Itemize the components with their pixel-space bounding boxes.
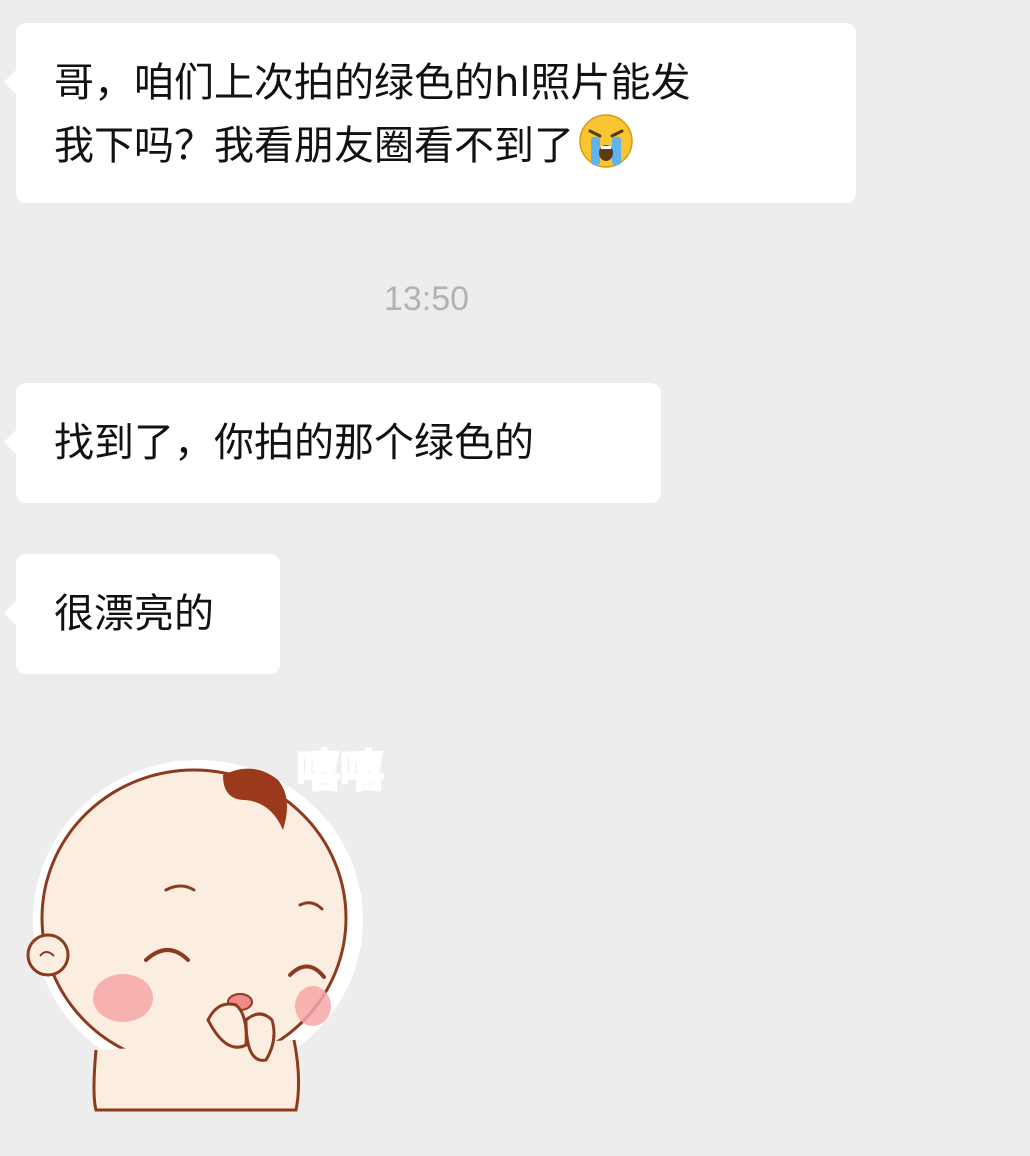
message-text: 找到了，你拍的那个绿色的 <box>54 420 534 466</box>
message-text-line: 我下吗？我看朋友圈看不到了 <box>54 123 574 169</box>
message-bubble[interactable]: 找到了，你拍的那个绿色的 <box>4 383 661 503</box>
sticker-caption: 嘻嘻 <box>295 745 385 798</box>
message-text: 哥，咱们上次拍的绿色的hl照片能发 <box>54 60 691 106</box>
chat-area: 哥，咱们上次拍的绿色的hl照片能发 我下吗？我看朋友圈看不到了 13:50 找到… <box>0 0 1030 1156</box>
message-text: 我下吗？我看朋友圈看不到了 <box>54 113 818 176</box>
message-bubble[interactable]: 很漂亮的 <box>4 554 280 674</box>
timestamp: 13:50 <box>383 280 470 318</box>
crying-face-icon <box>579 114 633 168</box>
message-text: 很漂亮的 <box>54 591 214 637</box>
message-bubble[interactable]: 哥，咱们上次拍的绿色的hl照片能发 我下吗？我看朋友圈看不到了 <box>4 23 856 203</box>
